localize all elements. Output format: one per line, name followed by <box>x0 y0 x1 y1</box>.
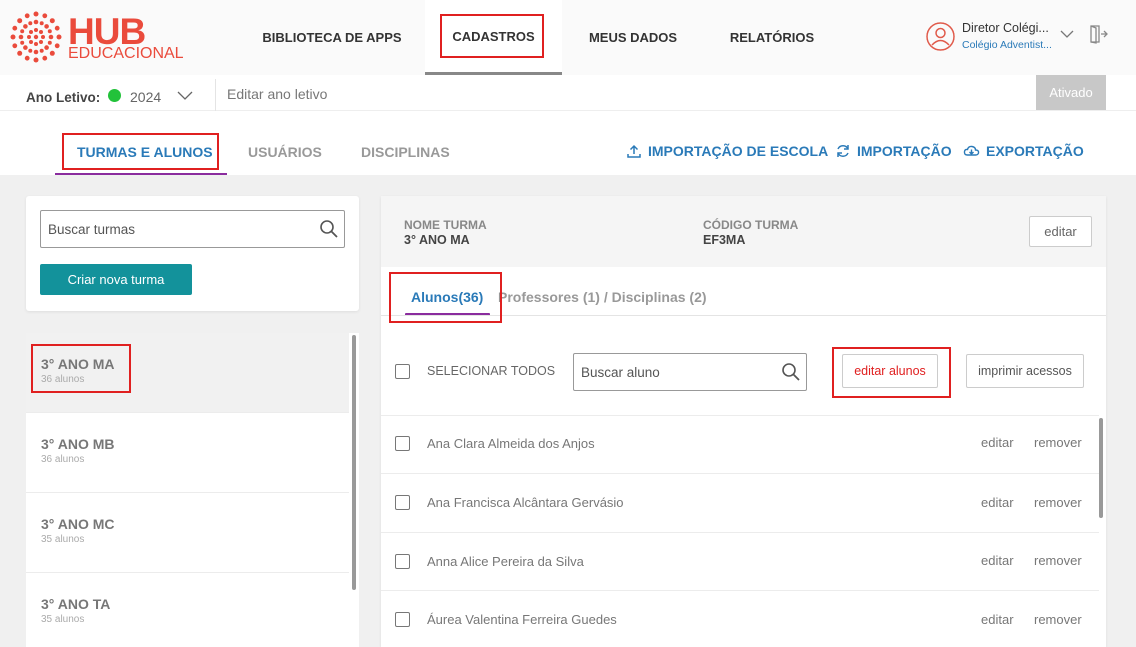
remover-aluno-link[interactable]: remover <box>1034 612 1082 627</box>
ano-letivo-bar: Ano Letivo: 2024 Editar ano letivo Ativa… <box>0 75 1136 111</box>
nav-biblioteca-de-apps[interactable]: BIBLIOTECA DE APPS <box>244 0 420 75</box>
student-checkbox[interactable] <box>395 495 410 510</box>
ano-letivo-label: Ano Letivo: <box>26 90 101 105</box>
nav-relatorios[interactable]: RELATÓRIOS <box>710 0 834 75</box>
criar-nova-turma-button[interactable]: Criar nova turma <box>40 264 192 295</box>
student-checkbox[interactable] <box>395 554 410 569</box>
editar-aluno-link[interactable]: editar <box>981 553 1014 568</box>
editar-aluno-link[interactable]: editar <box>981 435 1014 450</box>
turma-list-item[interactable]: 3° ANO TA 35 alunos <box>26 573 349 647</box>
turma-list-scrollbar[interactable] <box>352 335 356 590</box>
turma-student-count: 36 alunos <box>41 454 85 465</box>
remover-aluno-link[interactable]: remover <box>1034 553 1082 568</box>
remover-aluno-link[interactable]: remover <box>1034 435 1082 450</box>
student-name: Áurea Valentina Ferreira Guedes <box>427 612 617 627</box>
remover-aluno-link[interactable]: remover <box>1034 495 1082 510</box>
editar-alunos-button[interactable]: editar alunos <box>842 354 938 388</box>
cadastros-tabs: TURMAS E ALUNOS USUÁRIOS DISCIPLINAS IMP… <box>0 111 1136 175</box>
student-name: Anna Alice Pereira da Silva <box>427 554 584 569</box>
logo-educacional-text: EDUCACIONAL <box>68 45 184 62</box>
buscar-aluno-input[interactable]: Buscar aluno <box>573 353 807 391</box>
divider <box>381 315 1106 316</box>
ano-letivo-select[interactable]: 2024 <box>130 89 161 105</box>
student-list-scrollbar[interactable] <box>1099 418 1103 518</box>
student-name: Ana Francisca Alcântara Gervásio <box>427 495 624 510</box>
turma-name: 3° ANO MC <box>41 516 115 532</box>
importacao-de-escola-button[interactable]: IMPORTAÇÃO DE ESCOLA <box>626 143 828 159</box>
user-name: Diretor Colégi... <box>962 21 1049 35</box>
exportacao-label: EXPORTAÇÃO <box>986 143 1084 159</box>
active-tab-underline <box>55 173 227 175</box>
student-row: Ana Clara Almeida dos Anjos editar remov… <box>381 415 1099 473</box>
importacao-button[interactable]: IMPORTAÇÃO <box>835 143 952 159</box>
imprimir-acessos-button[interactable]: imprimir acessos <box>966 354 1084 388</box>
turma-name: 3° ANO MB <box>41 436 115 452</box>
editar-aluno-link[interactable]: editar <box>981 495 1014 510</box>
turmas-search-card: Buscar turmas Criar nova turma <box>26 196 359 311</box>
divider <box>215 79 216 111</box>
nome-turma-value: 3° ANO MA <box>404 233 470 247</box>
upload-icon <box>627 144 641 158</box>
editar-aluno-link[interactable]: editar <box>981 612 1014 627</box>
tab-alunos[interactable]: Alunos(36) <box>411 289 483 305</box>
turma-list: 3° ANO MA 36 alunos 3° ANO MB 36 alunos … <box>26 333 359 647</box>
student-row: Áurea Valentina Ferreira Guedes editar r… <box>381 590 1099 647</box>
student-name: Ana Clara Almeida dos Anjos <box>427 436 595 451</box>
codigo-turma-value: EF3MA <box>703 233 746 247</box>
tab-turmas-e-alunos[interactable]: TURMAS E ALUNOS <box>77 144 213 160</box>
importacao-de-escola-label: IMPORTAÇÃO DE ESCOLA <box>648 143 829 159</box>
top-navigation: HUB EDUCACIONAL BIBLIOTECA DE APPS CADAS… <box>0 0 1136 75</box>
buscar-turmas-placeholder: Buscar turmas <box>48 222 136 237</box>
cloud-download-icon <box>963 145 980 156</box>
buscar-turmas-input[interactable]: Buscar turmas <box>40 210 345 248</box>
search-icon[interactable] <box>781 362 801 382</box>
tab-disciplinas[interactable]: DISCIPLINAS <box>361 144 450 160</box>
turma-detail-card: NOME TURMA 3° ANO MA CÓDIGO TURMA EF3MA … <box>381 196 1106 647</box>
nav-meus-dados[interactable]: MEUS DADOS <box>572 0 694 75</box>
chevron-down-icon[interactable] <box>1059 26 1075 42</box>
selecionar-todos-label: SELECIONAR TODOS <box>427 364 556 378</box>
nav-cadastros[interactable]: CADASTROS <box>425 0 562 75</box>
logout-icon[interactable] <box>1088 24 1108 44</box>
sunburst-icon <box>10 11 62 63</box>
codigo-turma-label: CÓDIGO TURMA <box>703 218 799 232</box>
active-status-dot <box>108 89 121 102</box>
search-icon[interactable] <box>319 219 339 239</box>
nome-turma-label: NOME TURMA <box>404 218 487 232</box>
importacao-label: IMPORTAÇÃO <box>857 143 952 159</box>
hub-educacional-logo[interactable]: HUB EDUCACIONAL <box>8 9 184 65</box>
turma-list-item[interactable]: 3° ANO MB 36 alunos <box>26 413 349 493</box>
ativado-button[interactable]: Ativado <box>1036 75 1106 110</box>
turma-list-item[interactable]: 3° ANO MC 35 alunos <box>26 493 349 573</box>
turma-list-item[interactable]: 3° ANO MA 36 alunos <box>26 333 349 413</box>
student-row: Anna Alice Pereira da Silva editar remov… <box>381 532 1099 590</box>
editar-turma-button[interactable]: editar <box>1029 216 1092 247</box>
user-avatar-icon <box>926 22 955 51</box>
student-checkbox[interactable] <box>395 612 410 627</box>
user-school: Colégio Adventist... <box>962 39 1052 51</box>
editar-ano-letivo-input[interactable]: Editar ano letivo <box>227 86 327 102</box>
student-row: Ana Francisca Alcântara Gervásio editar … <box>381 473 1099 531</box>
tab-professores-disciplinas[interactable]: Professores (1) / Disciplinas (2) <box>498 289 707 305</box>
turma-name: 3° ANO MA <box>41 356 115 372</box>
turma-student-count: 36 alunos <box>41 374 85 385</box>
user-menu[interactable]: Diretor Colégi... Colégio Adventist... <box>926 18 1126 58</box>
turma-detail-header: NOME TURMA 3° ANO MA CÓDIGO TURMA EF3MA … <box>381 196 1106 267</box>
turma-name: 3° ANO TA <box>41 596 111 612</box>
student-checkbox[interactable] <box>395 436 410 451</box>
turma-student-count: 35 alunos <box>41 614 85 625</box>
select-all-checkbox[interactable] <box>395 364 410 379</box>
chevron-down-icon[interactable] <box>176 88 194 102</box>
turma-student-count: 35 alunos <box>41 534 85 545</box>
buscar-aluno-placeholder: Buscar aluno <box>581 365 660 380</box>
tab-usuarios[interactable]: USUÁRIOS <box>248 144 322 160</box>
refresh-icon <box>837 145 849 157</box>
exportacao-button[interactable]: EXPORTAÇÃO <box>963 143 1084 159</box>
